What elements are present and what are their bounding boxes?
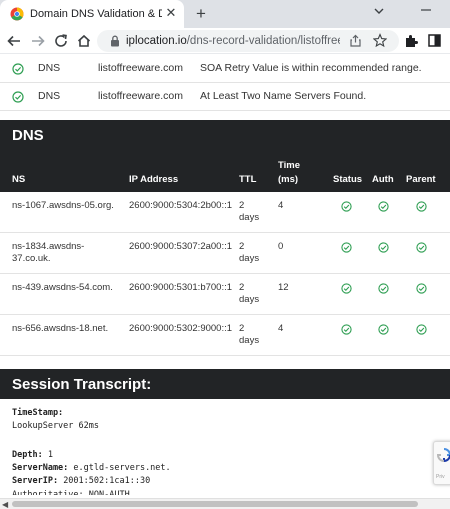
transcript-line: ServerIP: 2001:502:1ca1::30 [12,476,151,486]
check-source: listoffreeware.com [98,62,184,74]
table-row: ns-439.awsdns-54.com. 2600:9000:5301:b70… [0,274,450,315]
ip-cell: 2600:9000:5301:b700::1 [129,282,233,293]
column-header-status: Status [333,174,363,185]
ttl-cell: 2 [239,323,245,334]
time-cell: 12 [278,282,289,293]
column-header-ip: IP Address [129,174,179,185]
ttl-unit-cell: days [239,212,260,223]
check-row: DNS listoffreeware.com SOA Retry Value i… [0,55,450,83]
transcript-section-title: Session Transcript: [12,376,152,393]
transcript-section-header: Session Transcript: [0,369,450,399]
address-bar[interactable]: iplocation.io/dns-record-validation/list… [97,30,399,52]
star-icon[interactable] [373,33,387,48]
ns-cell: ns-439.awsdns-54.com. [12,282,113,293]
check-circle-icon [416,324,427,335]
recaptcha-icon [437,448,450,462]
back-arrow-icon[interactable] [6,33,22,49]
time-cell: 0 [278,241,284,252]
dns-table-header: NS IP Address TTL Time (ms) Status Auth … [0,150,450,192]
home-icon[interactable] [76,33,92,49]
side-panel-icon[interactable] [428,34,441,47]
reload-icon[interactable] [53,33,69,49]
time-cell: 4 [278,200,284,211]
check-circle-icon [378,324,389,335]
transcript-line: ServerName: e.gtld-servers.net. [12,463,171,473]
transcript-line-partial: Authoritative: NON-AUTH [12,490,130,495]
dns-section-title: DNS [12,127,44,144]
transcript-line: LookupServer 62ms [12,421,99,431]
check-circle-icon [341,283,352,294]
tab-title: Domain DNS Validation & DNS H [30,8,162,20]
check-circle-icon [416,283,427,294]
ns-cell: ns-1834.awsdns- [12,241,85,252]
check-circle-icon [378,201,389,212]
ttl-unit-cell: days [239,253,260,264]
ns-cell-continued: 37.co.uk. [12,253,51,264]
lock-icon[interactable] [110,35,120,47]
ttl-cell: 2 [239,200,245,211]
ttl-unit-cell: days [239,294,260,305]
transcript-line: Depth: 1 [12,450,53,460]
browser-toolbar: iplocation.io/dns-record-validation/list… [0,28,450,54]
ns-cell: ns-1067.awsdns-05.org. [12,200,114,211]
check-circle-icon [12,63,24,75]
ttl-unit-cell: days [239,335,260,346]
check-message: At Least Two Name Servers Found. [200,90,367,102]
check-circle-icon [378,283,389,294]
column-header-ttl: TTL [239,174,257,185]
column-header-time-unit: (ms) [278,174,299,185]
check-circle-icon [12,91,24,103]
check-circle-icon [416,242,427,253]
ip-cell: 2600:9000:5302:9000::1 [129,323,233,334]
site-favicon-icon [10,7,24,21]
horizontal-scrollbar[interactable]: ◀ [0,498,450,509]
tab-strip: Domain DNS Validation & DNS H ✕ + [0,0,450,28]
puzzle-icon[interactable] [404,34,418,48]
check-circle-icon [341,242,352,253]
ns-cell: ns-656.awsdns-18.net. [12,323,109,334]
page-content: DNS listoffreeware.com SOA Retry Value i… [0,55,450,498]
new-tab-icon[interactable]: + [192,5,210,23]
column-header-ns: NS [12,174,26,185]
column-header-time: Time [278,160,301,171]
check-type: DNS [38,90,61,102]
check-circle-icon [416,201,427,212]
ttl-cell: 2 [239,282,245,293]
recaptcha-badge[interactable]: Priv [433,441,450,485]
check-circle-icon [341,324,352,335]
column-header-auth: Auth [372,174,394,185]
minimize-icon[interactable] [420,4,432,16]
ip-cell: 2600:9000:5307:2a00::1 [129,241,233,252]
table-row: ns-656.awsdns-18.net. 2600:9000:5302:900… [0,315,450,356]
forward-arrow-icon[interactable] [30,33,46,49]
check-source: listoffreeware.com [98,90,184,102]
table-row: ns-1834.awsdns- 37.co.uk. 2600:9000:5307… [0,233,450,274]
dns-section-header: DNS [0,120,450,150]
close-tab-icon[interactable]: ✕ [164,6,178,20]
column-header-parent: Parent [406,174,436,185]
recaptcha-text: Priv [436,474,445,480]
check-message: SOA Retry Value is within recommended ra… [200,62,422,74]
transcript-line: TimeStamp: [12,408,64,418]
scrollbar-thumb[interactable] [12,501,418,507]
time-cell: 4 [278,323,284,334]
check-type: DNS [38,62,61,74]
browser-tab[interactable]: Domain DNS Validation & DNS H ✕ [0,0,184,28]
scroll-left-icon[interactable]: ◀ [2,500,8,509]
check-row: DNS listoffreeware.com At Least Two Name… [0,83,450,111]
check-circle-icon [341,201,352,212]
ip-cell: 2600:9000:5304:2b00::1 [129,200,233,211]
url-text[interactable]: iplocation.io/dns-record-validation/list… [126,34,340,48]
ttl-cell: 2 [239,241,245,252]
table-row: ns-1067.awsdns-05.org. 2600:9000:5304:2b… [0,192,450,233]
share-icon[interactable] [349,34,362,47]
check-circle-icon [378,242,389,253]
chevron-down-icon[interactable] [372,4,386,18]
